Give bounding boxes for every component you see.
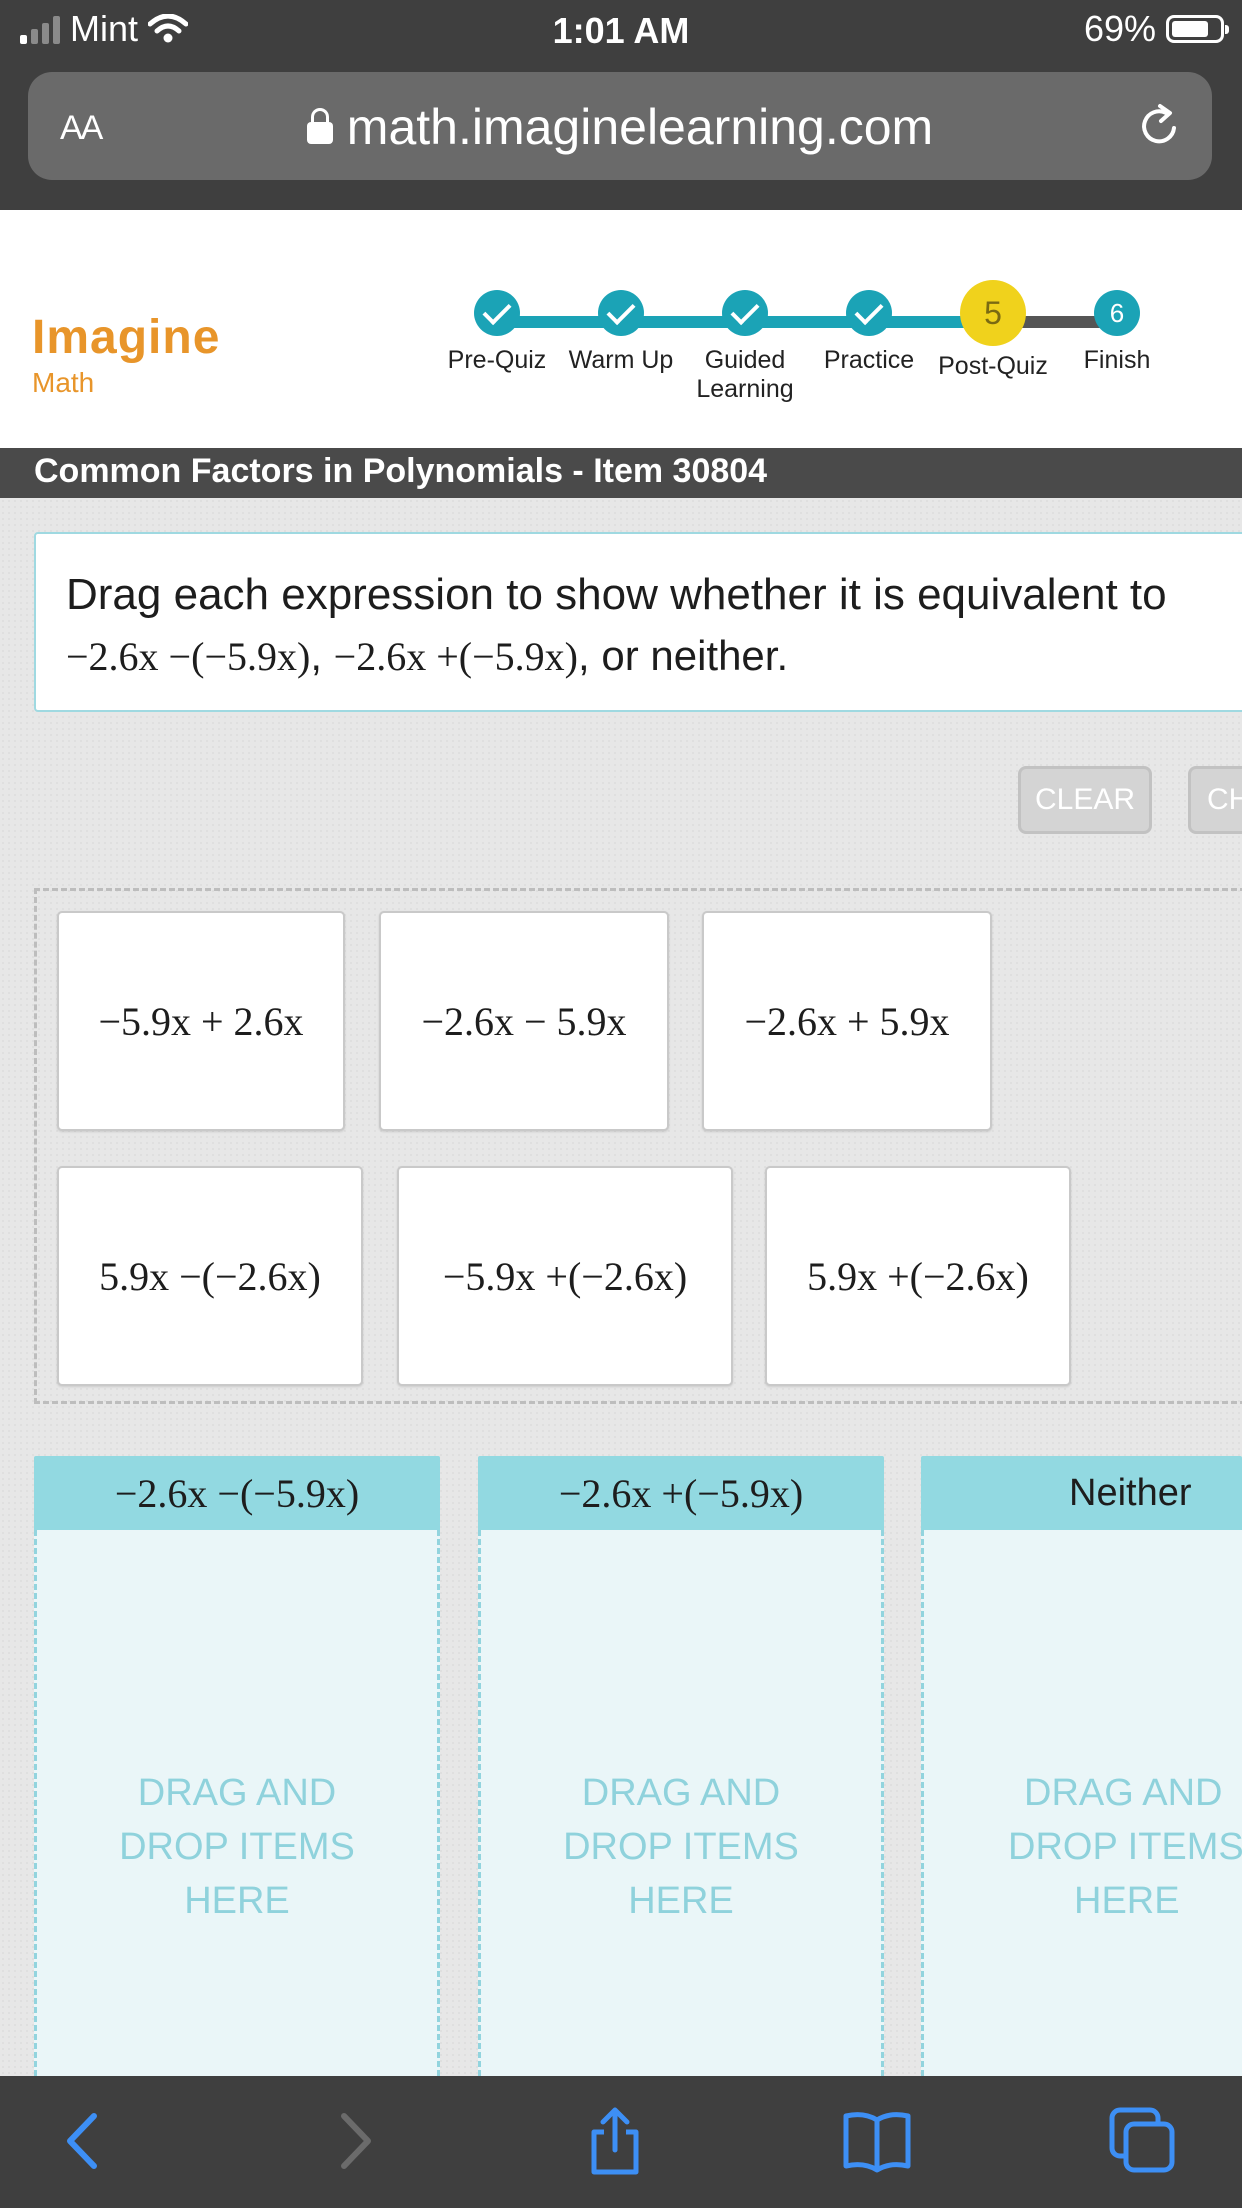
back-icon[interactable] <box>50 2106 120 2176</box>
forward-icon[interactable] <box>318 2106 388 2176</box>
drop-zone-subtract[interactable]: −2.6x −(−5.9x) DRAG AND DROP ITEMS HERE <box>34 1456 440 2076</box>
reload-icon[interactable] <box>1136 102 1184 150</box>
prompt-expressions: −2.6x −(−5.9x), −2.6x +(−5.9x), or neith… <box>66 632 788 680</box>
step-label: Guided Learning <box>696 346 794 403</box>
drop-zone-hint: DRAG AND DROP ITEMS HERE <box>563 1772 799 1922</box>
status-bar: Mint 1:01 AM 69% <box>0 0 1242 62</box>
drop-zone-neither[interactable]: Neither DRAG AND DROP ITEMS HERE <box>921 1456 1242 2076</box>
browser-chrome: AA math.imaginelearning.com <box>0 62 1242 210</box>
step-finish: 6 Finish <box>1037 290 1197 375</box>
drop-zone-add[interactable]: −2.6x +(−5.9x) DRAG AND DROP ITEMS HERE <box>478 1456 884 2076</box>
imagine-math-logo: Imagine Math <box>32 310 220 399</box>
tabs-icon[interactable] <box>1108 2106 1178 2176</box>
battery-icon <box>1166 15 1229 43</box>
prompt-text: Drag each expression to show whether it … <box>66 570 1167 619</box>
check-icon <box>846 290 892 336</box>
bookmarks-icon[interactable] <box>842 2106 912 2176</box>
step-number: 5 <box>960 280 1026 346</box>
expression-tile[interactable]: −5.9x +(−2.6x) <box>397 1166 733 1386</box>
check-icon <box>722 290 768 336</box>
battery-percent: 69% <box>1083 8 1156 49</box>
drop-zone-hint: DRAG AND DROP ITEMS HERE <box>1008 1772 1242 1922</box>
drop-zone-hint: DRAG AND DROP ITEMS HERE <box>119 1772 355 1922</box>
prompt-separator: , <box>310 632 334 679</box>
item-bank: −5.9x + 2.6x −2.6x − 5.9x −2.6x + 5.9x 5… <box>34 888 1242 1404</box>
item-title-bar: Common Factors in Polynomials - Item 308… <box>0 448 1242 498</box>
expression-tile[interactable]: −2.6x − 5.9x <box>379 911 669 1131</box>
url-text: math.imaginelearning.com <box>346 99 934 155</box>
expression-tile[interactable]: 5.9x +(−2.6x) <box>765 1166 1071 1386</box>
step-number: 6 <box>1094 290 1140 336</box>
drop-zone-header: Neither <box>921 1456 1242 1530</box>
check-button[interactable]: CH <box>1188 766 1242 834</box>
prompt-expression-b: −2.6x +(−5.9x) <box>333 634 578 679</box>
lesson-progress: Pre-Quiz Warm Up Guided Learning Practic… <box>430 280 1190 440</box>
address-bar[interactable]: AA math.imaginelearning.com <box>28 72 1212 180</box>
prompt-expression-a: −2.6x −(−5.9x) <box>66 634 311 679</box>
share-icon[interactable] <box>580 2106 650 2176</box>
expression-tile[interactable]: 5.9x −(−2.6x) <box>57 1166 363 1386</box>
drop-zone-body[interactable]: DRAG AND DROP ITEMS HERE <box>478 1530 884 2076</box>
logo-product: Math <box>32 367 95 398</box>
url-display[interactable]: math.imaginelearning.com <box>28 98 1212 156</box>
expression-tile[interactable]: −2.6x + 5.9x <box>702 911 992 1131</box>
drop-zone-header: −2.6x +(−5.9x) <box>478 1456 884 1530</box>
activity-area: Drag each expression to show whether it … <box>0 498 1242 2076</box>
drop-zone-body[interactable]: DRAG AND DROP ITEMS HERE <box>921 1530 1242 2076</box>
prompt-tail: , or neither. <box>578 632 789 679</box>
logo-brand: Imagine <box>32 311 221 364</box>
check-icon <box>598 290 644 336</box>
question-prompt: Drag each expression to show whether it … <box>34 532 1242 712</box>
page-header: Imagine Math Pre-Quiz Warm Up Guided Lea… <box>0 210 1242 448</box>
expression-tile[interactable]: −5.9x + 2.6x <box>57 911 345 1131</box>
status-time: 1:01 AM <box>552 10 690 51</box>
browser-toolbar <box>0 2076 1242 2208</box>
check-icon <box>474 290 520 336</box>
drop-zone-header: −2.6x −(−5.9x) <box>34 1456 440 1530</box>
lock-icon <box>306 108 333 144</box>
clear-button[interactable]: CLEAR <box>1018 766 1152 834</box>
status-right: 69% <box>1083 8 1229 50</box>
drop-zone-body[interactable]: DRAG AND DROP ITEMS HERE <box>34 1530 440 2076</box>
step-label: Finish <box>1083 346 1151 374</box>
page-title: Common Factors in Polynomials - Item 308… <box>34 452 768 490</box>
